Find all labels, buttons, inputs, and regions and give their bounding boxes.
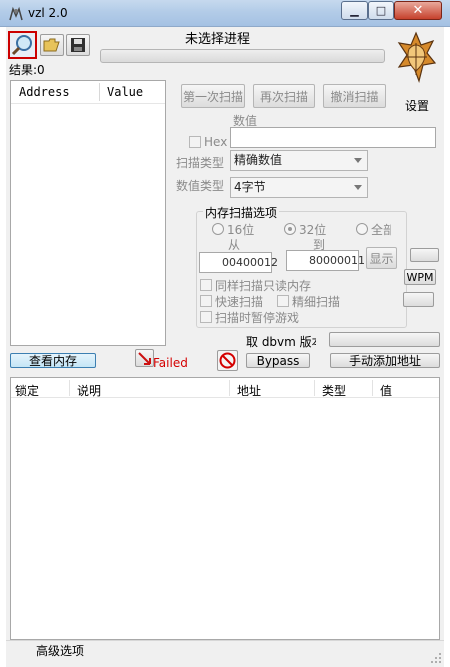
column-address[interactable]: 地址 xyxy=(237,382,261,399)
next-scan-button[interactable]: 再次扫描 xyxy=(253,84,315,108)
radio-16bit[interactable] xyxy=(212,223,224,235)
column-divider xyxy=(314,380,315,396)
open-file-button[interactable] xyxy=(40,34,64,56)
resize-grip-icon[interactable] xyxy=(430,652,442,664)
results-count: 结果:0 xyxy=(9,63,45,77)
from-address-value: 00400012 xyxy=(222,256,278,269)
value-input[interactable] xyxy=(230,127,436,148)
first-scan-button[interactable]: 第一次扫描 xyxy=(181,84,245,108)
failed-status-text: Failed xyxy=(153,356,188,370)
pause-game-label: 扫描时暂停游戏 xyxy=(215,311,300,325)
results-list[interactable]: Address Value xyxy=(10,80,166,346)
scan-readonly-checkbox[interactable] xyxy=(200,279,212,291)
failed-status-icon-button[interactable] xyxy=(135,349,154,367)
from-address-input[interactable]: 00400012 xyxy=(199,252,278,273)
close-button[interactable]: ✕ xyxy=(394,1,442,20)
dbvm-button[interactable] xyxy=(329,332,440,347)
scan-type-label: 扫描类型 xyxy=(176,156,225,170)
address-list-header xyxy=(11,378,439,398)
value-type-select[interactable]: 4字节 xyxy=(230,177,368,198)
advanced-options-link[interactable]: 高级选项 xyxy=(36,642,84,659)
results-column-address[interactable]: Address xyxy=(19,85,70,99)
value-type-value: 4字节 xyxy=(234,180,266,194)
minimize-button[interactable]: ▁ xyxy=(341,1,368,20)
maximize-button[interactable]: □ xyxy=(368,1,394,20)
column-divider xyxy=(372,380,373,396)
scan-type-select[interactable]: 精确数值 xyxy=(230,150,368,171)
to-address-input[interactable]: 80000011 xyxy=(286,250,365,271)
column-divider xyxy=(69,380,70,396)
no-entry-icon xyxy=(219,352,236,369)
column-divider xyxy=(229,380,230,396)
bypass-button[interactable]: Bypass xyxy=(246,353,310,368)
address-list[interactable]: 锁定 说明 地址 类型 值 xyxy=(10,377,440,640)
undo-scan-button[interactable]: 撤消扫描 xyxy=(323,84,386,108)
precise-scan-checkbox[interactable] xyxy=(277,295,289,307)
scan-readonly-label: 同样扫描只读内存 xyxy=(215,279,312,293)
value-type-label: 数值类型 xyxy=(176,179,225,193)
settings-label[interactable]: 设置 xyxy=(405,97,429,114)
from-label: 从 xyxy=(228,238,241,252)
floppy-disk-icon xyxy=(71,38,85,52)
column-lock[interactable]: 锁定 xyxy=(15,382,39,399)
scan-type-value: 精确数值 xyxy=(234,153,283,167)
results-column-value[interactable]: Value xyxy=(107,85,143,99)
show-range-button[interactable]: 显示 xyxy=(366,247,397,269)
fast-scan-checkbox[interactable] xyxy=(200,295,212,307)
to-address-value: 80000011 xyxy=(309,254,365,267)
hex-checkbox[interactable] xyxy=(189,136,201,148)
chevron-down-icon xyxy=(354,185,362,190)
wpm-button[interactable]: WPM xyxy=(404,269,436,285)
hex-label: Hex xyxy=(204,135,228,149)
radio-32bit[interactable] xyxy=(284,223,296,235)
radio-all-label: 全部 xyxy=(371,223,391,237)
results-header-underline xyxy=(11,103,165,104)
red-arrow-icon xyxy=(138,351,151,365)
chevron-down-icon xyxy=(354,158,362,163)
view-memory-button[interactable]: 查看内存 xyxy=(10,353,96,368)
stop-button[interactable] xyxy=(217,350,238,371)
manual-add-address-button[interactable]: 手动添加地址 xyxy=(330,353,440,368)
dbvm-label: 取 dbvm 版本 xyxy=(246,335,316,349)
pause-game-checkbox[interactable] xyxy=(200,311,212,323)
save-file-button[interactable] xyxy=(66,34,90,56)
select-process-button[interactable] xyxy=(8,31,37,59)
column-description[interactable]: 说明 xyxy=(77,382,101,399)
process-label: 未选择进程 xyxy=(185,32,251,47)
column-divider xyxy=(99,83,100,101)
side-button-bottom[interactable] xyxy=(403,292,434,307)
fast-scan-label: 快速扫描 xyxy=(215,295,264,309)
scan-progress-bar xyxy=(100,49,385,63)
column-type[interactable]: 类型 xyxy=(322,382,346,399)
magnifier-icon xyxy=(11,35,32,56)
column-value[interactable]: 值 xyxy=(380,382,392,399)
radio-all[interactable] xyxy=(356,223,368,235)
memory-options-title: 内存扫描选项 xyxy=(203,204,280,221)
app-icon xyxy=(9,6,23,21)
side-button-top[interactable] xyxy=(410,248,439,262)
folder-open-icon xyxy=(43,38,60,52)
precise-scan-label: 精细扫描 xyxy=(292,295,341,309)
window-title: vzl 2.0 xyxy=(28,6,68,20)
settings-logo-icon[interactable] xyxy=(395,31,437,87)
title-bar: vzl 2.0 ▁ □ ✕ xyxy=(0,0,450,27)
